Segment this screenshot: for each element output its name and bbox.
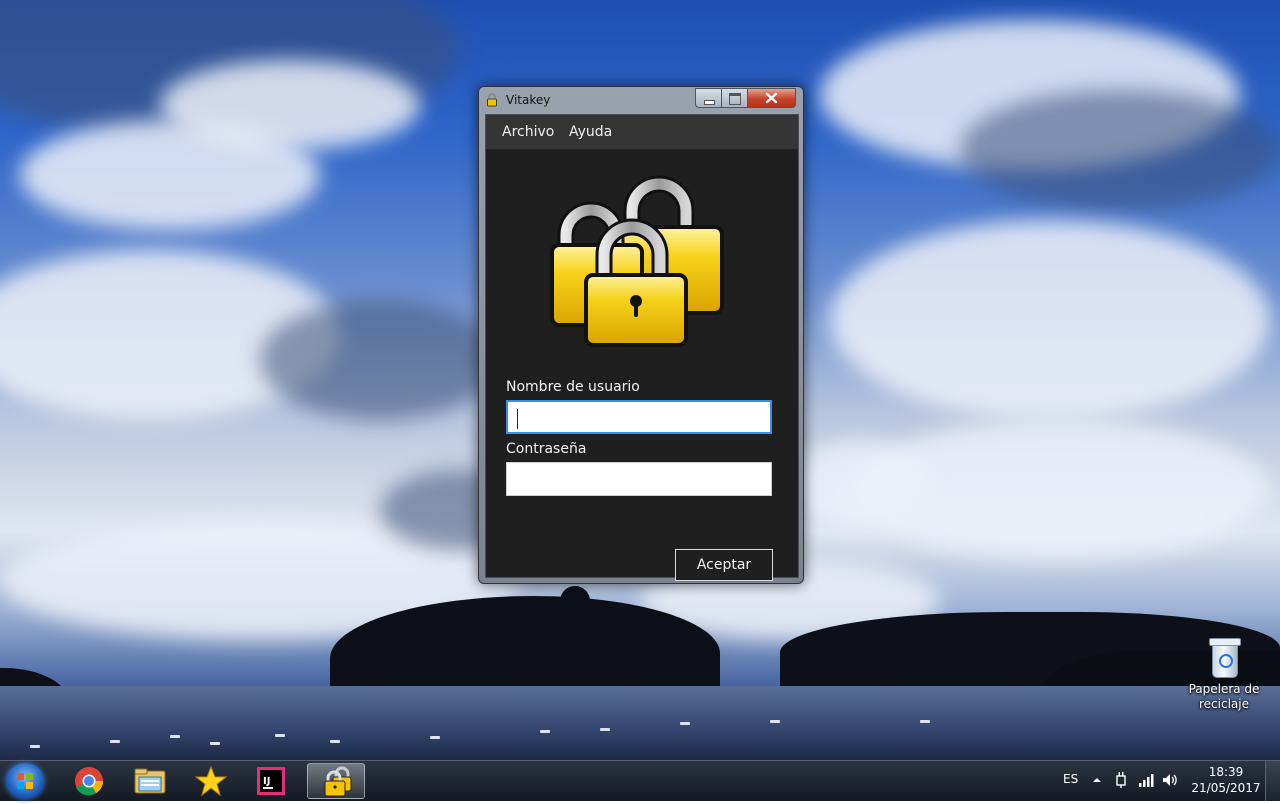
recycle-bin[interactable]: Papelera de reciclaje — [1188, 636, 1260, 712]
taskbar-chrome[interactable] — [60, 763, 118, 799]
chrome-icon — [75, 767, 103, 796]
maximize-icon — [729, 93, 741, 105]
show-hidden-icons-icon[interactable] — [1092, 775, 1102, 785]
file-explorer-icon — [134, 768, 166, 794]
recycle-bin-label: Papelera de reciclaje — [1188, 682, 1260, 711]
window-client: Archivo Ayuda Nombre de usuario Contrase… — [485, 114, 799, 581]
taskbar-file-explorer[interactable] — [121, 763, 179, 799]
padlocks-icon — [487, 93, 497, 107]
clock-time: 18:39 — [1208, 765, 1244, 779]
username-wrapper — [486, 400, 798, 438]
text-caret — [517, 409, 518, 429]
vitakey-icon — [324, 766, 352, 797]
password-input[interactable] — [506, 462, 772, 496]
volume-icon[interactable] — [1162, 772, 1178, 788]
username-input[interactable] — [506, 400, 772, 434]
taskbar-intellij[interactable]: IJ — [243, 763, 301, 799]
taskbar-favorites[interactable] — [182, 763, 240, 799]
window-title: Vitakey — [506, 93, 551, 107]
power-plug-icon[interactable] — [1113, 771, 1129, 789]
accept-button[interactable]: Aceptar — [675, 549, 773, 581]
sea — [0, 686, 1280, 760]
title-bar[interactable]: Vitakey — [479, 87, 803, 113]
padlocks-logo-icon — [550, 175, 724, 347]
username-label: Nombre de usuario — [506, 379, 640, 395]
start-button[interactable] — [6, 763, 44, 799]
clock-date: 21/05/2017 — [1191, 781, 1261, 795]
close-button[interactable] — [747, 88, 796, 108]
favorites-star-icon — [194, 765, 228, 797]
show-desktop-button[interactable] — [1265, 761, 1280, 801]
network-signal-icon[interactable] — [1138, 772, 1154, 788]
clock[interactable]: 18:39 21/05/2017 — [1190, 765, 1262, 795]
language-indicator[interactable]: ES — [1063, 772, 1078, 786]
menu-archivo[interactable]: Archivo — [502, 124, 554, 140]
taskbar: IJ ES 18:39 21/05/2017 — [0, 760, 1280, 801]
intellij-idea-icon: IJ — [257, 767, 285, 795]
svg-text:IJ: IJ — [263, 776, 270, 787]
minimize-icon — [704, 100, 715, 105]
maximize-button[interactable] — [721, 88, 748, 108]
menu-ayuda[interactable]: Ayuda — [569, 124, 612, 140]
close-icon — [765, 92, 778, 104]
password-label: Contraseña — [506, 441, 587, 457]
recycle-bin-icon — [1209, 636, 1241, 678]
menu-bar: Archivo Ayuda — [486, 115, 798, 149]
vitakey-window: Vitakey Archivo Ayuda Nombre de usuario … — [478, 86, 804, 584]
windows-logo-icon — [17, 773, 33, 789]
minimize-button[interactable] — [695, 88, 722, 108]
taskbar-vitakey[interactable] — [307, 763, 365, 799]
